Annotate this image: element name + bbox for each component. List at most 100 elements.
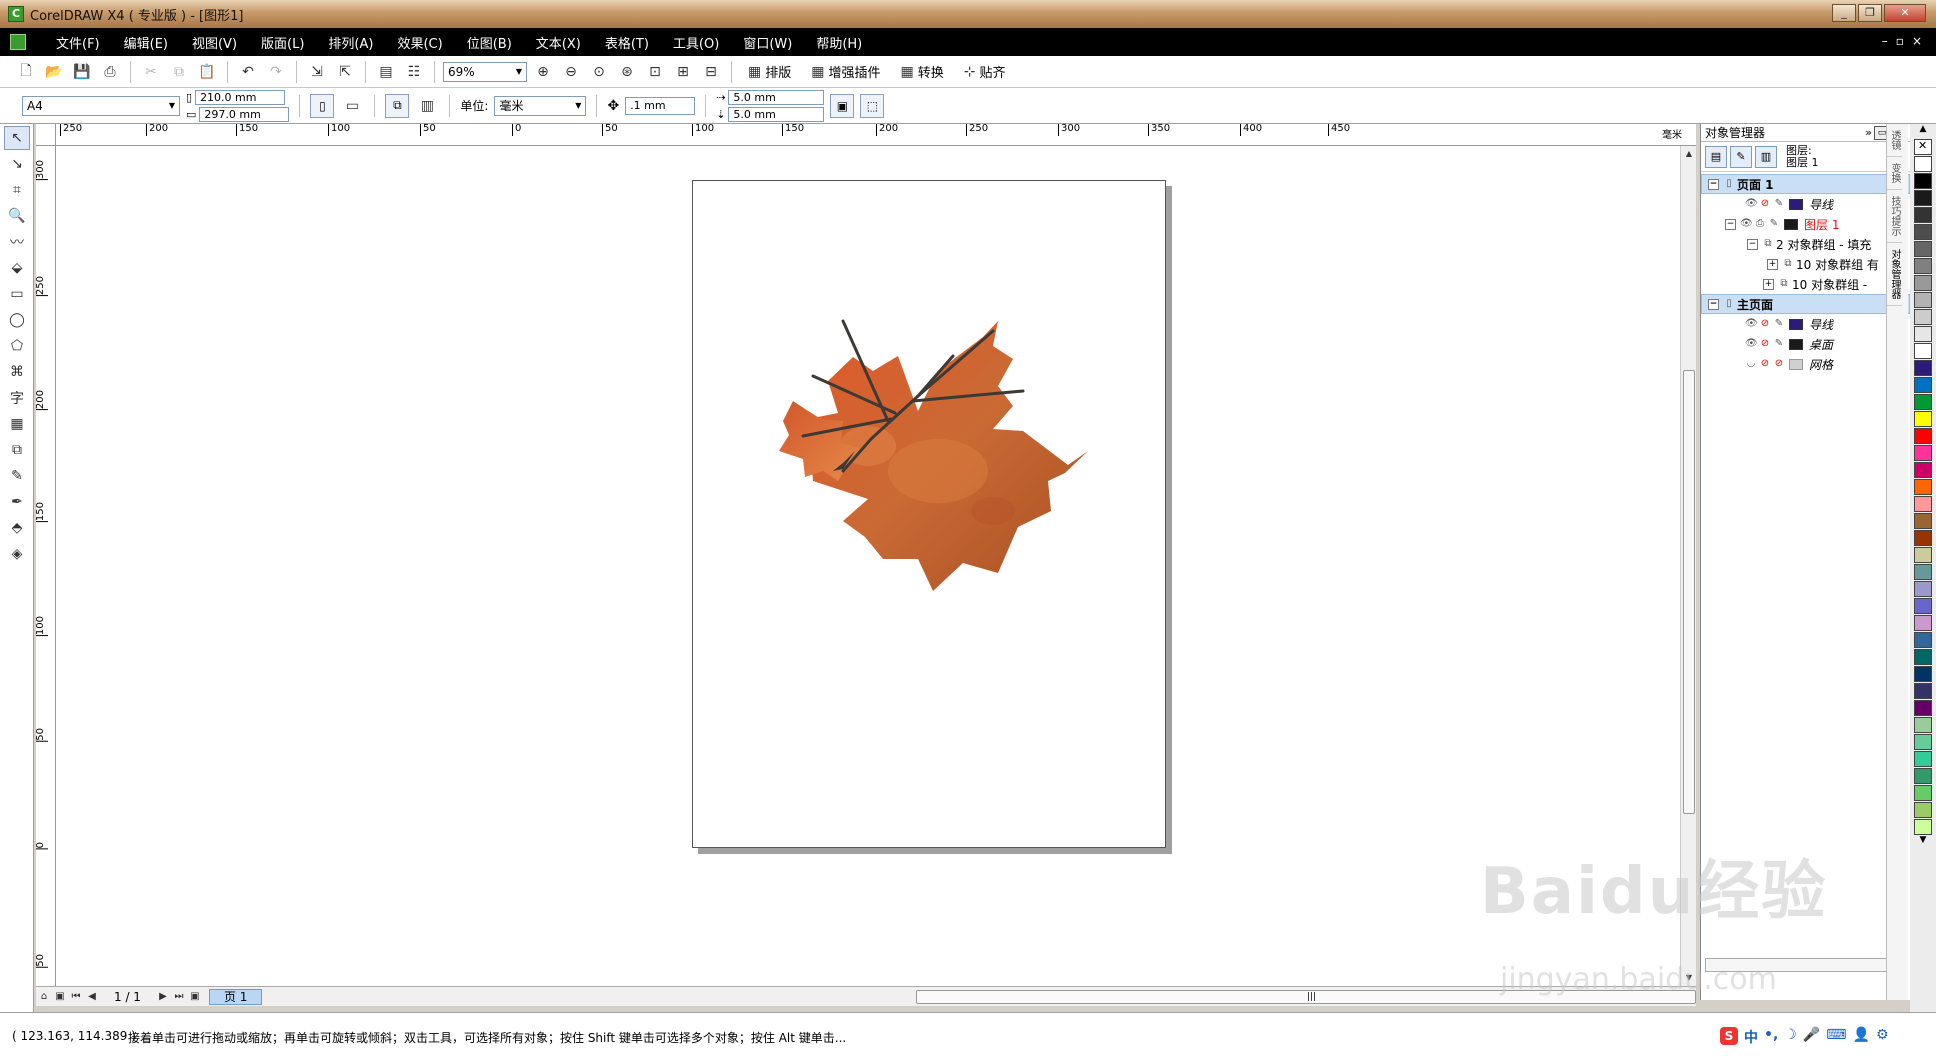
color-swatch[interactable] — [1914, 513, 1932, 529]
color-swatch[interactable] — [1914, 377, 1932, 393]
cut-icon[interactable]: ✂ — [139, 60, 163, 84]
zoom-tool-icon[interactable]: 🔍 — [4, 204, 30, 228]
color-swatch[interactable] — [1914, 462, 1932, 478]
tree-master-page[interactable]: − ▯ 主页面 — [1701, 294, 1910, 314]
menu-tools[interactable]: 工具(O) — [661, 33, 731, 52]
doc-close-icon[interactable]: × — [1912, 34, 1922, 48]
paste-icon[interactable]: 📋 — [195, 60, 219, 84]
polygon-tool-icon[interactable]: ⬠ — [4, 334, 30, 358]
export-icon[interactable]: ⇱ — [333, 60, 357, 84]
welcome-screen-icon[interactable]: ☷ — [402, 60, 426, 84]
print-icon[interactable]: ⎙ — [98, 60, 122, 84]
document-page[interactable] — [692, 180, 1166, 848]
maple-leaf-artwork[interactable] — [693, 181, 1167, 849]
color-swatch[interactable] — [1914, 598, 1932, 614]
ellipse-tool-icon[interactable]: ◯ — [4, 308, 30, 332]
color-swatch[interactable] — [1914, 190, 1932, 206]
crop-tool-icon[interactable]: ⌗ — [4, 178, 30, 202]
menu-view[interactable]: 视图(V) — [180, 33, 249, 52]
tree-guides-layer[interactable]: 👁 ⊘ ✎ 导线 — [1701, 194, 1910, 214]
tree-master-grid[interactable]: ◡ ⊘ ⊘ 网格 — [1701, 354, 1910, 374]
color-swatch[interactable] — [1914, 241, 1932, 257]
rectangle-tool-icon[interactable]: ▭ — [4, 282, 30, 306]
last-page-icon[interactable]: ⏭ — [171, 991, 187, 1002]
interactive-fill-tool-icon[interactable]: ◈ — [4, 542, 30, 566]
hidden-eye-icon[interactable]: ◡ — [1745, 358, 1757, 370]
tree-page-1[interactable]: − ▯ 页面 1 — [1701, 174, 1910, 194]
layer-manager-view-icon[interactable]: ▥ — [1755, 145, 1777, 168]
palette-scroll-up-icon[interactable]: ▲ — [1910, 124, 1936, 138]
color-swatch[interactable] — [1914, 394, 1932, 410]
color-swatch[interactable] — [1914, 292, 1932, 308]
color-swatch[interactable] — [1914, 666, 1932, 682]
tree-master-desktop[interactable]: 👁 ⊘ ✎ 桌面 — [1701, 334, 1910, 354]
color-swatch[interactable] — [1914, 207, 1932, 223]
printable-off-icon[interactable]: ⊘ — [1759, 198, 1771, 210]
color-swatch[interactable] — [1914, 717, 1932, 733]
import-icon[interactable]: ⇲ — [305, 60, 329, 84]
snap-button[interactable]: ⊹ 贴齐 — [956, 62, 1014, 82]
expand-icon[interactable]: + — [1767, 258, 1778, 270]
coreldraw-app-icon[interactable]: C — [8, 6, 24, 22]
page-tab[interactable]: 页 1 — [208, 988, 263, 1005]
layer-color-swatch[interactable] — [1789, 318, 1803, 330]
ruler-origin[interactable] — [36, 124, 56, 146]
new-document-icon[interactable]: 🗋 — [14, 60, 38, 84]
microphone-icon[interactable]: 🎤 — [1803, 1027, 1820, 1047]
save-icon[interactable]: 💾 — [70, 60, 94, 84]
chinese-mode-icon[interactable]: 中 — [1744, 1027, 1758, 1047]
fill-tool-icon[interactable]: ⬘ — [4, 516, 30, 540]
menu-edit[interactable]: 编辑(E) — [112, 33, 180, 52]
ime-settings-icon[interactable]: ⚙ — [1876, 1027, 1889, 1047]
editable-pencil-icon[interactable]: ✎ — [1773, 338, 1785, 350]
zoom-height-icon[interactable]: ⊟ — [699, 60, 723, 84]
color-swatch[interactable] — [1914, 615, 1932, 631]
zoom-in-icon[interactable]: ⊕ — [531, 60, 555, 84]
color-swatch[interactable] — [1914, 275, 1932, 291]
tree-group-10b[interactable]: + ⧉ 10 对象群组 - — [1701, 274, 1910, 294]
prev-page-icon[interactable]: ◀ — [84, 991, 100, 1002]
open-folder-icon[interactable]: 📂 — [42, 60, 66, 84]
nudge-field[interactable]: .1 mm — [625, 96, 696, 115]
close-button[interactable]: ✕ — [1884, 4, 1926, 22]
vertical-ruler[interactable]: 300 250 200 150 100 50 0 50 — [36, 146, 56, 986]
draw-bounding-icon[interactable]: ⬚ — [860, 93, 885, 118]
dup-y-field[interactable]: 5.0 mm — [728, 106, 825, 122]
add-page-before-icon[interactable]: ▣ — [52, 991, 68, 1002]
editable-pencil-icon[interactable]: ✎ — [1768, 218, 1780, 230]
visibility-eye-icon[interactable]: 👁 — [1745, 318, 1758, 330]
color-swatch[interactable] — [1914, 802, 1932, 818]
edit-across-layers-icon[interactable]: ✎ — [1730, 145, 1752, 168]
paper-size-select[interactable]: A4 ▼ — [22, 95, 180, 116]
color-swatch[interactable] — [1914, 326, 1932, 342]
color-swatch[interactable] — [1914, 411, 1932, 427]
docker-collapse-icon[interactable]: » — [1865, 126, 1872, 140]
color-swatch[interactable] — [1914, 530, 1932, 546]
menu-layout[interactable]: 版面(L) — [249, 33, 316, 52]
color-swatch[interactable] — [1914, 360, 1932, 376]
color-swatch[interactable] — [1914, 224, 1932, 240]
outline-tool-icon[interactable]: ✒ — [4, 490, 30, 514]
color-swatch[interactable] — [1914, 343, 1932, 359]
editable-pencil-icon[interactable]: ✎ — [1773, 198, 1785, 210]
palette-scroll-down-icon[interactable]: ▼ — [1910, 835, 1936, 849]
menu-arrange[interactable]: 排列(A) — [316, 33, 385, 52]
zoom-page-icon[interactable]: ⊡ — [643, 60, 667, 84]
tree-group-10a[interactable]: + ⧉ 10 对象群组 有 — [1701, 254, 1910, 274]
first-page-icon[interactable]: ⏮ — [68, 991, 84, 1002]
zoom-selected-icon[interactable]: ⊙ — [587, 60, 611, 84]
horizontal-ruler[interactable]: 250 200 150 100 50 0 50 100 150 200 250 … — [56, 124, 1696, 146]
no-color-swatch[interactable]: ✕ — [1914, 139, 1932, 155]
side-tab[interactable]: 对象管理器 — [1887, 243, 1902, 306]
layer-color-swatch[interactable] — [1784, 218, 1798, 230]
layer-color-swatch[interactable] — [1789, 358, 1803, 370]
freehand-tool-icon[interactable]: 〰 — [4, 230, 30, 254]
redo-icon[interactable]: ↷ — [264, 60, 288, 84]
punctuation-icon[interactable]: •, — [1764, 1027, 1778, 1047]
doc-restore-icon[interactable]: ▫ — [1896, 34, 1904, 48]
visibility-eye-icon[interactable]: 👁 — [1740, 218, 1753, 230]
basic-shapes-tool-icon[interactable]: ⌘ — [4, 360, 30, 384]
visibility-eye-icon[interactable]: 👁 — [1745, 198, 1758, 210]
color-swatch[interactable] — [1914, 496, 1932, 512]
shape-tool-icon[interactable]: ↘ — [4, 152, 30, 176]
